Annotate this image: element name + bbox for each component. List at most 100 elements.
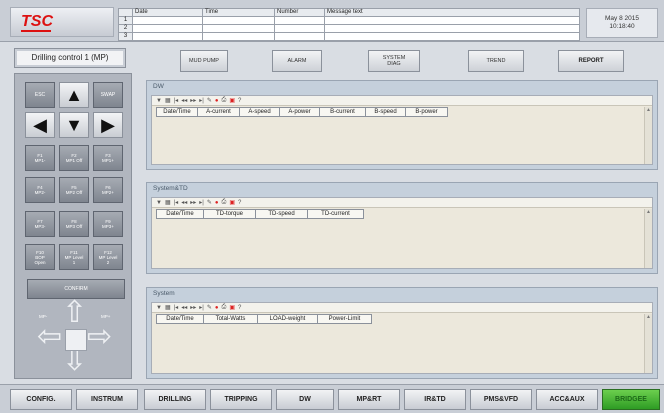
- nav-dw[interactable]: DW: [276, 389, 334, 410]
- left-arrow-button[interactable]: ◀: [25, 112, 55, 138]
- f12-mp-level-2-button[interactable]: F12 MP Level 2: [93, 244, 123, 270]
- system-log-view[interactable]: ▼ ▦ |◂ ◂◂ ▸▸ ▸| ✎ ● ⎙ ▣ ? Date/Time Tota…: [151, 302, 653, 374]
- system-td-log-view[interactable]: ▼ ▦ |◂ ◂◂ ▸▸ ▸| ✎ ● ⎙ ▣ ? Date/Time TD-t…: [151, 197, 653, 269]
- prev-icon[interactable]: ◂◂: [181, 97, 187, 104]
- vertical-scrollbar[interactable]: ▲: [644, 107, 652, 164]
- mud-pump-button[interactable]: MUD PUMP: [180, 50, 228, 72]
- next-icon[interactable]: ▸▸: [190, 97, 196, 104]
- last-icon[interactable]: ▸|: [199, 199, 204, 206]
- dw-log-view[interactable]: ▼ ▦ |◂ ◂◂ ▸▸ ▸| ✎ ● ⎙ ▣ ? Date/Time A-cu…: [151, 95, 653, 165]
- filter-icon[interactable]: ▼: [156, 200, 162, 206]
- column-header[interactable]: Date/Time: [156, 209, 204, 219]
- column-header[interactable]: Power-Limit: [318, 314, 372, 324]
- column-header[interactable]: LOAD-weight: [258, 314, 318, 324]
- help-icon[interactable]: ?: [238, 305, 241, 311]
- f8-mp3-off-button[interactable]: F8 MP3 Off: [59, 211, 89, 237]
- message-row[interactable]: 2: [118, 24, 580, 33]
- export-icon[interactable]: ▣: [229, 97, 235, 104]
- column-header[interactable]: B-current: [320, 107, 366, 117]
- grid-icon[interactable]: ▦: [165, 97, 171, 104]
- first-icon[interactable]: |◂: [174, 304, 179, 311]
- last-icon[interactable]: ▸|: [199, 97, 204, 104]
- swap-button[interactable]: SWAP: [93, 82, 123, 108]
- next-icon[interactable]: ▸▸: [190, 199, 196, 206]
- down-arrow-button[interactable]: ▼: [59, 112, 89, 138]
- last-icon[interactable]: ▸|: [199, 304, 204, 311]
- f3-mp1-plus-button[interactable]: F3 MP1+: [93, 145, 123, 171]
- grid-icon[interactable]: ▦: [165, 199, 171, 206]
- f6-mp2-plus-button[interactable]: F6 MP2+: [93, 177, 123, 203]
- f7-mp3-minus-button[interactable]: F7 MP3-: [25, 211, 55, 237]
- stop-icon[interactable]: ●: [215, 98, 219, 104]
- column-header[interactable]: A-power: [280, 107, 320, 117]
- edit-icon[interactable]: ✎: [207, 304, 212, 311]
- f2-mp1-off-button[interactable]: F2 MP1 Off: [59, 145, 89, 171]
- prev-icon[interactable]: ◂◂: [181, 304, 187, 311]
- column-header[interactable]: B-speed: [366, 107, 406, 117]
- column-header[interactable]: A-current: [198, 107, 240, 117]
- prev-icon[interactable]: ◂◂: [181, 199, 187, 206]
- print-icon[interactable]: ⎙: [222, 97, 227, 104]
- stop-icon[interactable]: ●: [215, 305, 219, 311]
- nav-mp-rt[interactable]: MP&RT: [338, 389, 400, 410]
- nav-instrum[interactable]: INSTRUM: [76, 389, 138, 410]
- next-icon[interactable]: ▸▸: [190, 304, 196, 311]
- export-icon[interactable]: ▣: [229, 199, 235, 206]
- f11-mp-level-1-button[interactable]: F11 MP Level 1: [59, 244, 89, 270]
- column-header[interactable]: B-power: [406, 107, 448, 117]
- column-header[interactable]: A-speed: [240, 107, 280, 117]
- dpad-left-icon[interactable]: ⇦: [37, 322, 62, 352]
- trend-button[interactable]: TREND: [468, 50, 524, 72]
- filter-icon[interactable]: ▼: [156, 305, 162, 311]
- up-arrow-button[interactable]: ▲: [59, 82, 89, 108]
- column-header[interactable]: Date/Time: [156, 314, 204, 324]
- edit-icon[interactable]: ✎: [207, 199, 212, 206]
- first-icon[interactable]: |◂: [174, 199, 179, 206]
- message-row[interactable]: 3: [118, 32, 580, 41]
- panel-title: System: [153, 290, 175, 297]
- nav-ir-td[interactable]: IR&TD: [404, 389, 466, 410]
- column-header[interactable]: Date/Time: [156, 107, 198, 117]
- grid-icon[interactable]: ▦: [165, 304, 171, 311]
- first-icon[interactable]: |◂: [174, 97, 179, 104]
- edit-icon[interactable]: ✎: [207, 97, 212, 104]
- f10-bop-open-button[interactable]: F10 BOP Open: [25, 244, 55, 270]
- dpad-right-icon[interactable]: ⇨: [87, 322, 112, 352]
- nav-drilling[interactable]: DRILLING: [144, 389, 206, 410]
- nav-tripping[interactable]: TRIPPING: [210, 389, 272, 410]
- vertical-scrollbar[interactable]: ▲: [644, 209, 652, 268]
- f9-mp3-plus-button[interactable]: F9 MP3+: [93, 211, 123, 237]
- nav-acc-aux[interactable]: ACC&AUX: [536, 389, 598, 410]
- print-icon[interactable]: ⎙: [222, 304, 227, 311]
- dpad-center-button[interactable]: [65, 329, 87, 351]
- right-arrow-button[interactable]: ▶: [93, 112, 123, 138]
- column-header[interactable]: TD-current: [308, 209, 364, 219]
- column-header[interactable]: TD-torque: [204, 209, 256, 219]
- datetime-display: May 8 2015 10:18:40: [586, 8, 658, 38]
- system-columns: Date/Time Total-Watts LOAD-weight Power-…: [152, 314, 372, 324]
- dpad-up-icon[interactable]: ⇧: [62, 298, 87, 328]
- help-icon[interactable]: ?: [238, 98, 241, 104]
- logo-stripe: [21, 30, 51, 32]
- column-header[interactable]: Total-Watts: [204, 314, 258, 324]
- alarm-button[interactable]: ALARM: [272, 50, 322, 72]
- f4-mp2-minus-button[interactable]: F4 MP2-: [25, 177, 55, 203]
- vertical-scrollbar[interactable]: ▲: [644, 314, 652, 373]
- filter-icon[interactable]: ▼: [156, 98, 162, 104]
- f1-mp1-minus-button[interactable]: F1 MP1-: [25, 145, 55, 171]
- nav-bridgee-active[interactable]: BRIDGEE: [602, 389, 660, 410]
- export-icon[interactable]: ▣: [229, 304, 235, 311]
- message-table: Date Time Number Message text 1 2 3: [118, 8, 580, 41]
- stop-icon[interactable]: ●: [215, 200, 219, 206]
- column-header[interactable]: TD-speed: [256, 209, 308, 219]
- esc-button[interactable]: ESC: [25, 82, 55, 108]
- help-icon[interactable]: ?: [238, 200, 241, 206]
- nav-pms-vfd[interactable]: PMS&VFD: [470, 389, 532, 410]
- print-icon[interactable]: ⎙: [222, 199, 227, 206]
- nav-config[interactable]: CONFIG.: [10, 389, 72, 410]
- message-row[interactable]: 1: [118, 16, 580, 25]
- report-button[interactable]: REPORT: [558, 50, 624, 72]
- system-diag-button[interactable]: SYSTEM DIAG: [368, 50, 420, 72]
- f5-mp2-off-button[interactable]: F5 MP2 Off: [59, 177, 89, 203]
- keypad-panel: ESC ▲ SWAP ◀ ▼ ▶ F1 MP1- F2 MP1 Off F3 M…: [14, 73, 132, 379]
